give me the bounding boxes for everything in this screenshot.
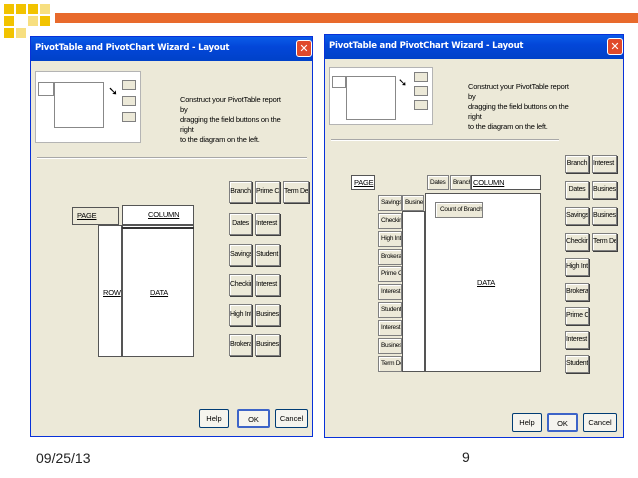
cancel-button[interactable]: Cancel: [275, 409, 308, 428]
field-business-savings[interactable]: Business S: [592, 207, 617, 225]
cancel-button[interactable]: Cancel: [583, 413, 617, 432]
ok-button[interactable]: OK: [547, 413, 578, 432]
slide-date: 09/25/13: [36, 450, 91, 466]
field-prime-checking[interactable]: Prime Che: [255, 181, 280, 203]
data-area-label: DATA: [477, 278, 496, 287]
field-term-deposit[interactable]: Term Dep: [283, 181, 309, 203]
field-dates[interactable]: Dates: [229, 213, 252, 235]
row-area[interactable]: [402, 211, 425, 372]
layout-dialog-left: PivotTable and PivotChart Wizard - Layou…: [30, 36, 313, 437]
row-field-student-checking[interactable]: Student C: [378, 302, 402, 318]
accent-bar: [55, 13, 638, 23]
slide-page-number: 9: [462, 449, 470, 465]
field-brokerage[interactable]: Brokerage: [565, 283, 589, 301]
column-area-label: COLUMN: [148, 210, 180, 219]
field-checking[interactable]: Checking: [565, 233, 589, 251]
field-dates[interactable]: Dates: [565, 181, 589, 199]
field-student-checking[interactable]: Student C: [255, 244, 280, 266]
column-field-branch[interactable]: Branch: [450, 175, 471, 190]
help-button[interactable]: Help: [199, 409, 229, 428]
page-area-label: PAGE: [354, 178, 374, 187]
data-area-label: DATA: [150, 288, 169, 297]
row-field-prime-checking[interactable]: Prime Che: [378, 266, 402, 282]
field-brokerage[interactable]: Brokerage: [229, 334, 252, 356]
field-checking[interactable]: Checking: [229, 274, 252, 296]
field-student-checking[interactable]: Student C: [565, 355, 589, 373]
dialog-title: PivotTable and PivotChart Wizard - Layou…: [329, 41, 524, 51]
field-high-interest[interactable]: High Inter: [565, 258, 589, 276]
field-branch[interactable]: Branch: [229, 181, 252, 203]
deco-square-9: [40, 4, 50, 14]
instructions: Construct your PivotTable report by drag…: [468, 82, 569, 131]
field-branch[interactable]: Branch: [565, 155, 589, 173]
row-field-business-savings[interactable]: Business S: [402, 195, 424, 211]
deco-square-4: [4, 16, 14, 26]
layout-thumbnail: ➘: [35, 71, 141, 143]
deco-square-1: [4, 4, 14, 14]
dialog-title: PivotTable and PivotChart Wizard - Layou…: [35, 43, 230, 53]
row-field-high-interest[interactable]: High Inter: [378, 231, 402, 247]
field-savings[interactable]: Savings: [565, 207, 589, 225]
field-interest-checking[interactable]: Interest C: [255, 274, 280, 296]
row-area-label: ROW: [103, 288, 121, 297]
page-area[interactable]: [72, 207, 119, 225]
row-field-checking[interactable]: Checking: [378, 213, 402, 229]
field-term-deposit[interactable]: Term Dep: [592, 233, 617, 251]
column-area-label: COLUMN: [473, 178, 505, 187]
deco-square-7: [4, 28, 14, 38]
field-interest-savings[interactable]: Interest S: [255, 213, 280, 235]
separator: [37, 157, 307, 159]
field-savings[interactable]: Savings: [229, 244, 252, 266]
field-interest-checking[interactable]: Interest C: [592, 155, 617, 173]
field-business-checking[interactable]: Business C: [255, 304, 280, 326]
close-button[interactable]: ✕: [607, 38, 623, 55]
field-interest-savings[interactable]: Interest S: [565, 331, 589, 349]
title-bar: PivotTable and PivotChart Wizard - Layou…: [325, 35, 623, 59]
row-field-business-checking[interactable]: Business C: [378, 338, 402, 354]
column-field-dates[interactable]: Dates: [427, 175, 449, 190]
row-field-brokerage[interactable]: Brokerage: [378, 249, 402, 265]
title-bar: PivotTable and PivotChart Wizard - Layou…: [31, 37, 312, 61]
separator: [331, 139, 559, 141]
row-field-savings[interactable]: Savings: [378, 195, 402, 211]
layout-dialog-right: PivotTable and PivotChart Wizard - Layou…: [324, 34, 624, 438]
field-high-interest[interactable]: High Inter: [229, 304, 252, 326]
layout-thumbnail: ➘: [329, 67, 433, 125]
deco-square-2: [16, 4, 26, 14]
ok-button[interactable]: OK: [237, 409, 270, 428]
deco-square-8: [16, 28, 26, 38]
deco-square-3: [28, 4, 38, 14]
row-field-interest-savings[interactable]: Interest S: [378, 284, 402, 300]
deco-square-6: [40, 16, 50, 26]
pointer-icon: ➘: [398, 77, 408, 89]
pointer-icon: ➘: [108, 84, 119, 98]
instructions: Construct your PivotTable report by drag…: [180, 95, 281, 144]
deco-square-5: [28, 16, 38, 26]
close-button[interactable]: ✕: [296, 40, 312, 57]
data-field-count-of-branch[interactable]: Count of Branch: [435, 202, 483, 218]
field-business-checking[interactable]: Business C: [592, 181, 617, 199]
field-business-savings[interactable]: Business S: [255, 334, 280, 356]
help-button[interactable]: Help: [512, 413, 542, 432]
field-prime-checking[interactable]: Prime Che: [565, 307, 589, 325]
row-field-term-deposit[interactable]: Term Dep: [378, 356, 402, 372]
row-field-interest-checking[interactable]: Interest C: [378, 320, 402, 336]
